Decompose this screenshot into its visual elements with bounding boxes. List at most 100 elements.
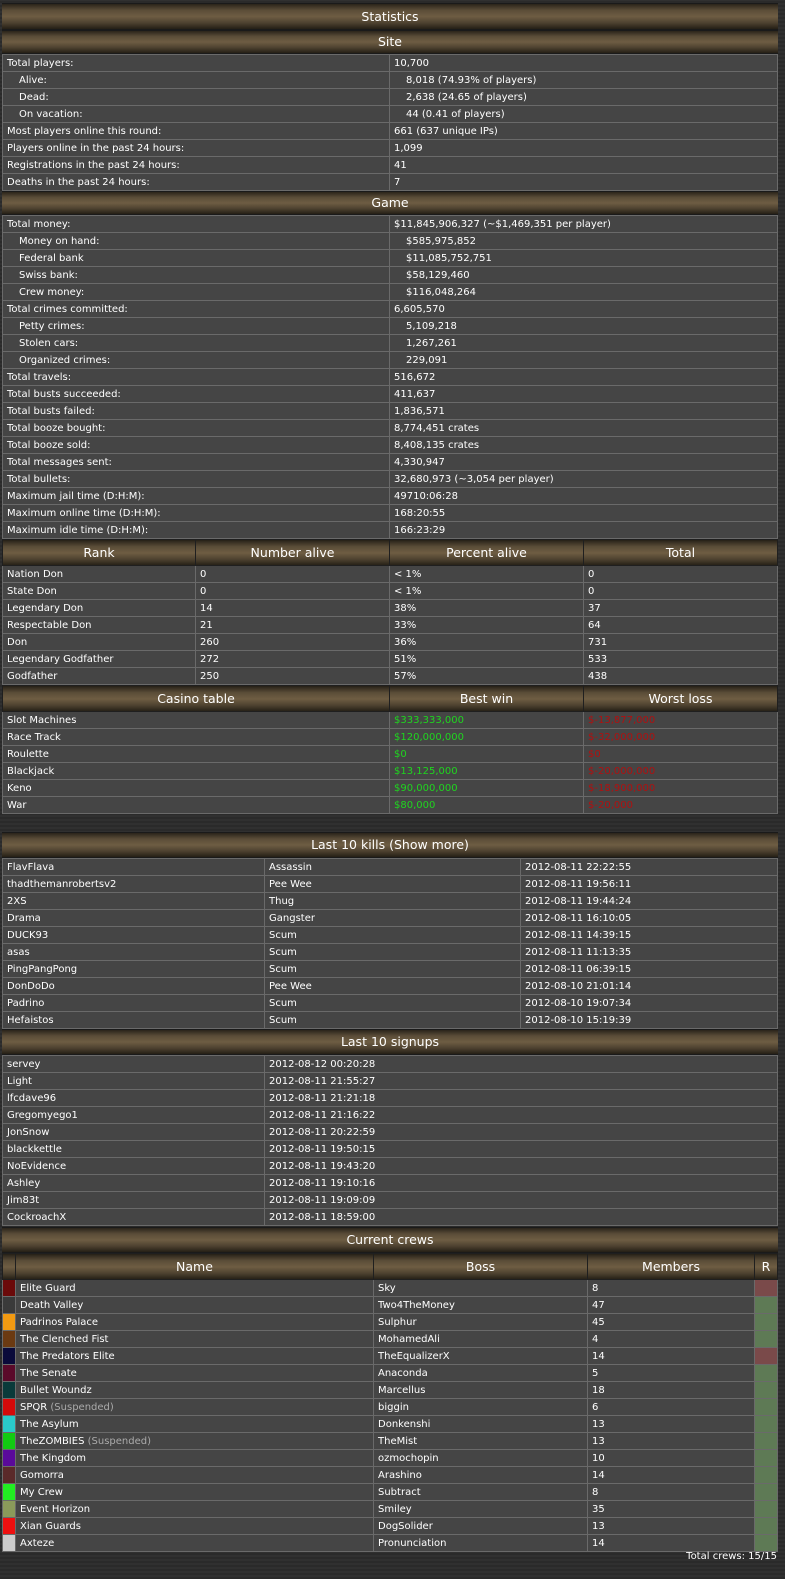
casino-cell: Blackjack bbox=[2, 762, 390, 780]
crew-row: Event Horizon Smiley 35 bbox=[2, 1500, 778, 1518]
crew-boss[interactable]: Donkenshi bbox=[373, 1415, 588, 1433]
crew-name-cell[interactable]: The Senate bbox=[15, 1364, 374, 1382]
signup-cell: Gregomyego1 bbox=[2, 1106, 265, 1124]
crew-name[interactable]: Axteze bbox=[20, 1538, 54, 1549]
crew-name-cell[interactable]: The Clenched Fist bbox=[15, 1330, 374, 1348]
crew-name[interactable]: The Clenched Fist bbox=[20, 1334, 108, 1345]
crew-name-cell[interactable]: Padrinos Palace bbox=[15, 1313, 374, 1331]
game-stat-value: 32,680,973 (~3,054 per player) bbox=[389, 470, 778, 488]
crew-row: Xian Guards DogSolider 13 bbox=[2, 1517, 778, 1535]
game-stat-label: Total booze sold: bbox=[2, 436, 390, 454]
crew-name[interactable]: The Kingdom bbox=[20, 1453, 86, 1464]
crew-recruiting-indicator bbox=[754, 1432, 778, 1450]
crew-name-cell[interactable]: SPQR (Suspended) bbox=[15, 1398, 374, 1416]
crew-boss[interactable]: DogSolider bbox=[373, 1517, 588, 1535]
signup-row: JonSnow 2012-08-11 20:22:59 bbox=[2, 1123, 778, 1141]
rank-cell: 0 bbox=[195, 565, 390, 583]
kill-row: DonDoDo Pee Wee 2012-08-10 21:01:14 bbox=[2, 977, 778, 995]
rank-column-header: Percent alive bbox=[389, 539, 584, 566]
kill-row: DUCK93 Scum 2012-08-11 14:39:15 bbox=[2, 926, 778, 944]
casino-cell: $-20,000 bbox=[583, 796, 778, 814]
crew-name[interactable]: Elite Guard bbox=[20, 1283, 76, 1294]
crew-name-cell[interactable]: My Crew bbox=[15, 1483, 374, 1501]
crew-name-cell[interactable]: The Asylum bbox=[15, 1415, 374, 1433]
crew-boss[interactable]: Pronunciation bbox=[373, 1534, 588, 1552]
crew-name-cell[interactable]: The Kingdom bbox=[15, 1449, 374, 1467]
crew-boss[interactable]: Two4TheMoney bbox=[373, 1296, 588, 1314]
game-stat-value: 8,774,451 crates bbox=[389, 419, 778, 437]
crew-color-swatch bbox=[2, 1466, 16, 1484]
crew-color-swatch bbox=[2, 1313, 16, 1331]
crew-boss[interactable]: Subtract bbox=[373, 1483, 588, 1501]
site-stat-label: Alive: bbox=[2, 71, 390, 89]
rank-cell: 38% bbox=[389, 599, 584, 617]
crew-boss[interactable]: Anaconda bbox=[373, 1364, 588, 1382]
crew-recruiting-indicator bbox=[754, 1415, 778, 1433]
crew-name[interactable]: TheZOMBIES bbox=[20, 1436, 84, 1447]
site-stat-label: Players online in the past 24 hours: bbox=[2, 139, 390, 157]
game-stat-row: Total booze sold: 8,408,135 crates bbox=[2, 436, 778, 454]
crew-name[interactable]: Padrinos Palace bbox=[20, 1317, 98, 1328]
signup-row: Light 2012-08-11 21:55:27 bbox=[2, 1072, 778, 1090]
crew-name-cell[interactable]: The Predators Elite bbox=[15, 1347, 374, 1365]
casino-cell: Race Track bbox=[2, 728, 390, 746]
rank-cell: 438 bbox=[583, 667, 778, 685]
crew-name[interactable]: The Asylum bbox=[20, 1419, 79, 1430]
crew-name[interactable]: My Crew bbox=[20, 1487, 63, 1498]
crew-boss[interactable]: TheMist bbox=[373, 1432, 588, 1450]
crew-name-cell[interactable]: Bullet Woundz bbox=[15, 1381, 374, 1399]
game-stat-row: Organized crimes: 229,091 bbox=[2, 351, 778, 369]
site-stat-label: Dead: bbox=[2, 88, 390, 106]
casino-cell: Slot Machines bbox=[2, 711, 390, 729]
crew-recruiting-indicator bbox=[754, 1381, 778, 1399]
crew-row: Elite Guard Sky 8 bbox=[2, 1279, 778, 1297]
crew-name-cell[interactable]: Death Valley bbox=[15, 1296, 374, 1314]
game-stat-value: $58,129,460 bbox=[389, 266, 778, 284]
game-stat-row: Maximum idle time (D:H:M): 166:23:29 bbox=[2, 521, 778, 539]
crew-boss[interactable]: Marcellus bbox=[373, 1381, 588, 1399]
site-stat-value: 1,099 bbox=[389, 139, 778, 157]
kills-title[interactable]: Last 10 kills (Show more) bbox=[2, 832, 778, 858]
crew-boss[interactable]: TheEqualizerX bbox=[373, 1347, 588, 1365]
crew-color-swatch bbox=[2, 1500, 16, 1518]
signup-row: NoEvidence 2012-08-11 19:43:20 bbox=[2, 1157, 778, 1175]
crew-name-cell[interactable]: Elite Guard bbox=[15, 1279, 374, 1297]
signup-cell: lfcdave96 bbox=[2, 1089, 265, 1107]
crew-row: My Crew Subtract 8 bbox=[2, 1483, 778, 1501]
crew-members: 35 bbox=[587, 1500, 755, 1518]
crew-color-swatch bbox=[2, 1517, 16, 1535]
rank-cell: 51% bbox=[389, 650, 584, 668]
crew-color-swatch bbox=[2, 1415, 16, 1433]
game-stat-value: 1,267,261 bbox=[389, 334, 778, 352]
crew-members: 6 bbox=[587, 1398, 755, 1416]
crew-name[interactable]: The Predators Elite bbox=[20, 1351, 115, 1362]
crew-boss[interactable]: MohamedAli bbox=[373, 1330, 588, 1348]
crew-name[interactable]: SPQR bbox=[20, 1402, 47, 1413]
kill-cell: Hefaistos bbox=[2, 1011, 265, 1029]
crew-name-cell[interactable]: Gomorra bbox=[15, 1466, 374, 1484]
site-section-title: Site bbox=[2, 30, 778, 54]
crew-name[interactable]: The Senate bbox=[20, 1368, 77, 1379]
crew-boss[interactable]: Sky bbox=[373, 1279, 588, 1297]
game-stat-label: Federal bank bbox=[2, 249, 390, 267]
crews-table: Name Boss Members R Elite Guard Sky 8 Death Va… bbox=[2, 1253, 778, 1552]
game-stat-value: 411,637 bbox=[389, 385, 778, 403]
crew-boss[interactable]: biggin bbox=[373, 1398, 588, 1416]
kills-title-text[interactable]: Last 10 kills (Show more) bbox=[311, 837, 469, 852]
casino-row: Roulette $0 $0 bbox=[2, 745, 778, 763]
kill-row: FlavFlava Assassin 2012-08-11 22:22:55 bbox=[2, 858, 778, 876]
crew-boss[interactable]: Smiley bbox=[373, 1500, 588, 1518]
crew-boss[interactable]: ozmochopin bbox=[373, 1449, 588, 1467]
crew-boss[interactable]: Arashino bbox=[373, 1466, 588, 1484]
crew-name[interactable]: Gomorra bbox=[20, 1470, 64, 1481]
crew-name-cell[interactable]: Xian Guards bbox=[15, 1517, 374, 1535]
crew-name-cell[interactable]: Axteze bbox=[15, 1534, 374, 1552]
crew-name-cell[interactable]: TheZOMBIES (Suspended) bbox=[15, 1432, 374, 1450]
crew-name[interactable]: Death Valley bbox=[20, 1300, 83, 1311]
crew-boss[interactable]: Sulphur bbox=[373, 1313, 588, 1331]
crew-name[interactable]: Xian Guards bbox=[20, 1521, 81, 1532]
crew-name[interactable]: Event Horizon bbox=[20, 1504, 90, 1515]
crew-name-cell[interactable]: Event Horizon bbox=[15, 1500, 374, 1518]
signup-row: Jim83t 2012-08-11 19:09:09 bbox=[2, 1191, 778, 1209]
crew-name[interactable]: Bullet Woundz bbox=[20, 1385, 92, 1396]
